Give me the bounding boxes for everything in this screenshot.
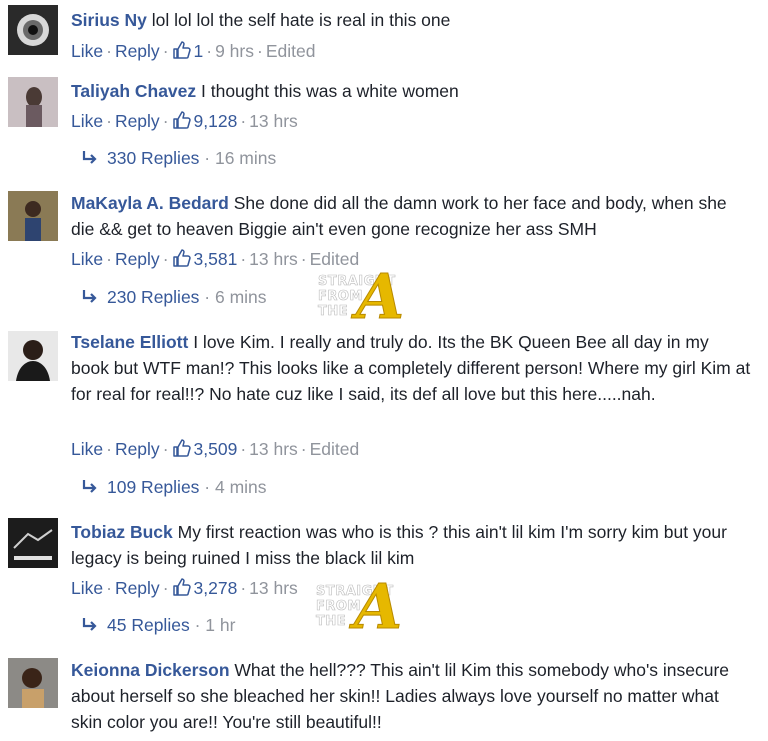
reply-arrow-icon [81, 149, 99, 172]
watermark-logo: STRAIGHT FROM THE A [316, 570, 403, 643]
avatar[interactable] [8, 77, 58, 127]
comment-body: Keionna Dickerson What the hell??? This … [71, 657, 751, 735]
author-link[interactable]: Tobiaz Buck [71, 522, 173, 542]
like-link[interactable]: Like [71, 439, 103, 459]
replies-link[interactable]: 330 Replies [107, 148, 199, 168]
comment-body: Sirius Ny lol lol lol the self hate is r… [71, 7, 751, 33]
replies-row[interactable]: 109 Replies · 4 mins [81, 477, 267, 501]
like-count[interactable]: 3,278 [172, 578, 237, 598]
comment-actions: Like · Reply · 9,128 · 13 hrs [71, 110, 298, 135]
avatar[interactable] [8, 331, 58, 381]
comment-body: Tobiaz Buck My first reaction was who is… [71, 519, 751, 571]
replies-link[interactable]: 45 Replies [107, 615, 190, 635]
comment-actions: Like · Reply · 3,509 · 13 hrs · Edited [71, 438, 359, 463]
reply-link[interactable]: Reply [115, 578, 160, 598]
author-link[interactable]: MaKayla A. Bedard [71, 193, 229, 213]
reply-link[interactable]: Reply [115, 439, 160, 459]
comment-body: MaKayla A. Bedard She done did all the d… [71, 190, 751, 242]
author-link[interactable]: Keionna Dickerson [71, 660, 230, 680]
author-link[interactable]: Taliyah Chavez [71, 81, 196, 101]
avatar[interactable] [8, 658, 58, 708]
thumbs-up-icon [172, 248, 192, 273]
reply-arrow-icon [81, 288, 99, 311]
comment-actions: Like · Reply · 3,278 · 13 hrs [71, 577, 298, 602]
replies-time: 1 hr [205, 615, 236, 635]
thumbs-up-icon [172, 577, 192, 602]
timestamp[interactable]: 9 hrs [215, 41, 254, 61]
replies-row[interactable]: 45 Replies · 1 hr [81, 615, 235, 639]
like-link[interactable]: Like [71, 578, 103, 598]
comment-actions: Like · Reply · 3,581 · 13 hrs · Edited [71, 248, 359, 273]
timestamp[interactable]: 13 hrs [249, 249, 298, 269]
thumbs-up-icon [172, 40, 192, 65]
replies-time: 6 mins [214, 287, 267, 307]
comment-body: Taliyah Chavez I thought this was a whit… [71, 78, 751, 104]
replies-link[interactable]: 109 Replies [107, 477, 199, 497]
author-link[interactable]: Sirius Ny [71, 10, 147, 30]
edited-label[interactable]: Edited [310, 439, 360, 459]
comment-text: lol lol lol the self hate is real in thi… [146, 10, 451, 30]
avatar[interactable] [8, 518, 58, 568]
avatar[interactable] [8, 191, 58, 241]
like-link[interactable]: Like [71, 41, 103, 61]
like-link[interactable]: Like [71, 111, 103, 131]
timestamp[interactable]: 13 hrs [249, 578, 298, 598]
reply-arrow-icon [81, 616, 99, 639]
like-count[interactable]: 3,581 [172, 249, 237, 269]
replies-row[interactable]: 230 Replies · 6 mins [81, 287, 267, 311]
comment-text: I thought this was a white women [196, 81, 459, 101]
comment-actions: Like · Reply · 1 · 9 hrs · Edited [71, 40, 315, 65]
like-link[interactable]: Like [71, 249, 103, 269]
edited-label[interactable]: Edited [266, 41, 316, 61]
reply-link[interactable]: Reply [115, 111, 160, 131]
like-count[interactable]: 1 [172, 41, 203, 61]
comment-body: Tselane Elliott I love Kim. I really and… [71, 329, 751, 407]
replies-time: 4 mins [214, 477, 267, 497]
reply-link[interactable]: Reply [115, 41, 160, 61]
reply-link[interactable]: Reply [115, 249, 160, 269]
avatar[interactable] [8, 5, 58, 55]
thumbs-up-icon [172, 438, 192, 463]
replies-link[interactable]: 230 Replies [107, 287, 199, 307]
author-link[interactable]: Tselane Elliott [71, 332, 188, 352]
timestamp[interactable]: 13 hrs [249, 439, 298, 459]
timestamp[interactable]: 13 hrs [249, 111, 298, 131]
like-count[interactable]: 9,128 [172, 111, 237, 131]
like-count[interactable]: 3,509 [172, 439, 237, 459]
replies-row[interactable]: 330 Replies · 16 mins [81, 148, 276, 172]
edited-label[interactable]: Edited [310, 249, 360, 269]
reply-arrow-icon [81, 478, 99, 501]
replies-time: 16 mins [214, 148, 277, 168]
thumbs-up-icon [172, 110, 192, 135]
